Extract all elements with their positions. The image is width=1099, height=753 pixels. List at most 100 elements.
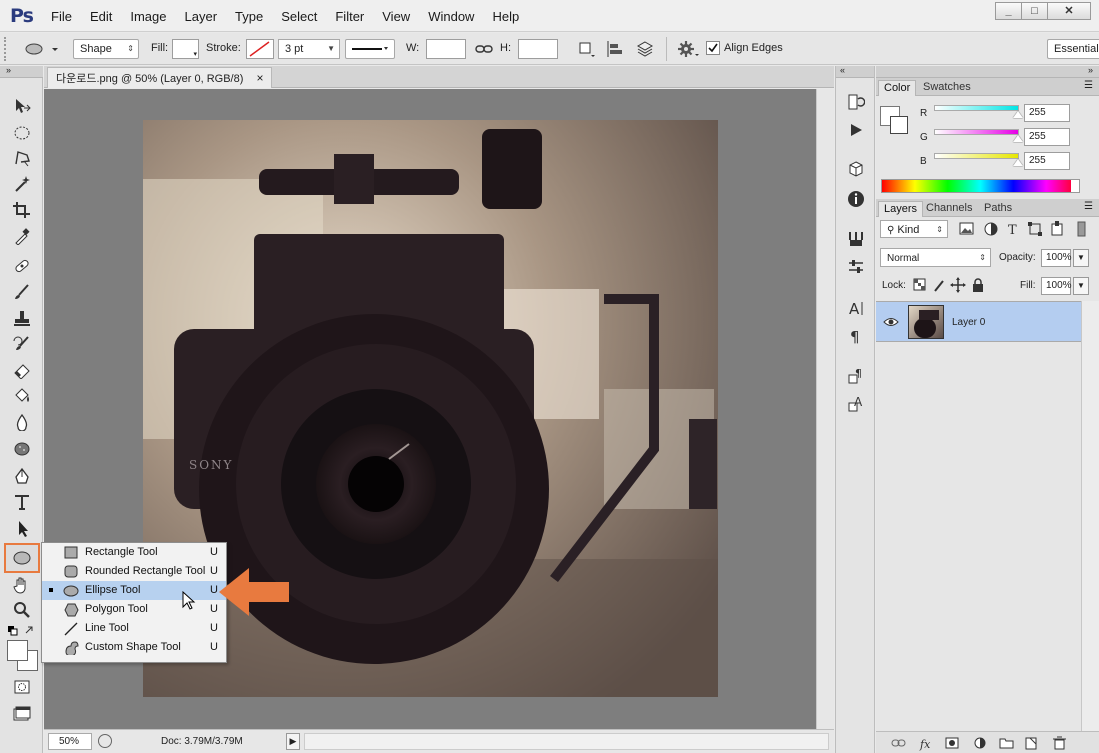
hand-tool[interactable]: [8, 574, 36, 596]
flyout-item-line[interactable]: Line Tool U: [42, 619, 226, 638]
minimize-button[interactable]: _: [995, 2, 1022, 20]
menu-file[interactable]: File: [42, 0, 81, 32]
flyout-item-polygon[interactable]: Polygon Tool U: [42, 600, 226, 619]
ellipse-tool-button[interactable]: [4, 543, 40, 573]
tab-swatches[interactable]: Swatches: [918, 80, 976, 96]
blue-value-field[interactable]: 255: [1024, 152, 1070, 170]
flyout-item-rounded-rectangle[interactable]: Rounded Rectangle Tool U: [42, 562, 226, 581]
tab-channels[interactable]: Channels: [921, 201, 977, 217]
tab-paths[interactable]: Paths: [979, 201, 1017, 217]
flyout-item-rectangle[interactable]: Rectangle Tool U: [42, 543, 226, 562]
height-field[interactable]: [518, 39, 558, 59]
paragraph-styles-button[interactable]: A: [845, 393, 867, 415]
menu-filter[interactable]: Filter: [326, 0, 373, 32]
tab-close-icon[interactable]: ×: [256, 71, 263, 85]
brush-presets-button[interactable]: [845, 228, 867, 250]
menu-view[interactable]: View: [373, 0, 419, 32]
history-brush-tool[interactable]: [8, 333, 36, 355]
filter-kind-dropdown[interactable]: ⚲ Kind ⇕: [880, 220, 948, 238]
menu-select[interactable]: Select: [272, 0, 326, 32]
menu-layer[interactable]: Layer: [176, 0, 227, 32]
path-selection-tool[interactable]: [8, 517, 36, 539]
paragraph-panel-button[interactable]: ¶: [845, 325, 867, 347]
default-colors-icon[interactable]: [7, 624, 37, 638]
history-panel-button[interactable]: [845, 91, 867, 113]
foreground-color-swatch[interactable]: [7, 640, 28, 661]
workspace-switcher[interactable]: Essential: [1047, 39, 1099, 59]
clone-source-button[interactable]: [845, 256, 867, 278]
move-tool[interactable]: [8, 95, 36, 117]
align-edges-checkbox[interactable]: [706, 41, 720, 55]
stroke-size-field[interactable]: 3 pt ▼: [278, 39, 340, 59]
eraser-tool[interactable]: [8, 359, 36, 381]
3d-panel-button[interactable]: [845, 158, 867, 180]
opacity-field[interactable]: 100%: [1041, 249, 1072, 267]
path-arrangement-icon[interactable]: [634, 39, 656, 59]
status-info-icon[interactable]: [98, 734, 112, 748]
pen-tool[interactable]: [8, 465, 36, 487]
stroke-type-dropdown[interactable]: [345, 39, 395, 59]
tool-preset-picker[interactable]: [18, 39, 68, 59]
zoom-field[interactable]: 50%: [48, 733, 92, 750]
double-chevron-icon[interactable]: «: [840, 65, 845, 75]
crop-tool[interactable]: [8, 199, 36, 221]
polygonal-lasso-tool[interactable]: [8, 147, 36, 169]
info-panel-button[interactable]: [845, 188, 867, 210]
width-field[interactable]: [426, 39, 466, 59]
actions-panel-button[interactable]: [845, 119, 867, 141]
panel-menu-icon[interactable]: ☰: [1084, 201, 1093, 212]
quick-mask-button[interactable]: [8, 676, 36, 698]
document-tab[interactable]: 다운로드.png @ 50% (Layer 0, RGB/8) ×: [47, 67, 273, 88]
menu-image[interactable]: Image: [121, 0, 175, 32]
menu-edit[interactable]: Edit: [81, 0, 121, 32]
stroke-swatch[interactable]: [246, 39, 274, 59]
maximize-button[interactable]: □: [1021, 2, 1048, 20]
fill-swatch[interactable]: ▾: [172, 39, 199, 59]
screen-mode-button[interactable]: [8, 703, 36, 725]
foreground-color-chip[interactable]: [890, 116, 908, 134]
character-panel-button[interactable]: A: [845, 297, 867, 319]
color-spectrum-bar[interactable]: [881, 179, 1080, 193]
red-slider[interactable]: [934, 105, 1023, 118]
vertical-scrollbar[interactable]: [816, 89, 834, 729]
eyedropper-tool[interactable]: [8, 225, 36, 247]
fill-dropdown-icon[interactable]: ▼: [1073, 277, 1089, 295]
brush-tool[interactable]: [8, 281, 36, 303]
slider-thumb-icon[interactable]: [1013, 159, 1023, 166]
menu-window[interactable]: Window: [419, 0, 483, 32]
blur-tool[interactable]: [8, 411, 36, 433]
double-chevron-icon[interactable]: »: [1088, 65, 1093, 75]
paint-bucket-tool[interactable]: [8, 385, 36, 407]
sponge-tool[interactable]: [8, 437, 36, 459]
fill-field[interactable]: 100%: [1041, 277, 1072, 295]
gear-icon[interactable]: [676, 39, 700, 59]
elliptical-marquee-tool[interactable]: [8, 122, 36, 144]
quick-selection-tool[interactable]: [8, 173, 36, 195]
slider-thumb-icon[interactable]: [1013, 111, 1023, 118]
menu-type[interactable]: Type: [226, 0, 272, 32]
red-value-field[interactable]: 255: [1024, 104, 1070, 122]
layer-row[interactable]: Layer 0: [876, 301, 1081, 342]
flyout-item-custom-shape[interactable]: Custom Shape Tool U: [42, 638, 226, 657]
close-button[interactable]: ✕: [1047, 2, 1091, 20]
horizontal-scrollbar[interactable]: [304, 733, 829, 750]
type-tool[interactable]: [8, 491, 36, 513]
tab-layers[interactable]: Layers: [878, 201, 924, 217]
character-styles-button[interactable]: ¶: [845, 365, 867, 387]
link-icon[interactable]: [474, 39, 494, 59]
panel-menu-icon[interactable]: ☰: [1084, 80, 1093, 91]
double-chevron-icon[interactable]: »: [6, 65, 11, 75]
slider-thumb-icon[interactable]: [1013, 135, 1023, 142]
eye-icon[interactable]: [883, 316, 899, 328]
blue-slider[interactable]: [934, 153, 1023, 166]
status-menu-arrow-icon[interactable]: ▶: [286, 733, 300, 750]
opacity-dropdown-icon[interactable]: ▼: [1073, 249, 1089, 267]
clone-stamp-tool[interactable]: [8, 307, 36, 329]
blend-mode-dropdown[interactable]: Normal ⇕: [880, 248, 991, 267]
path-operations-icon[interactable]: [576, 39, 596, 59]
green-value-field[interactable]: 255: [1024, 128, 1070, 146]
menu-help[interactable]: Help: [483, 0, 528, 32]
zoom-tool[interactable]: [8, 599, 36, 621]
green-slider[interactable]: [934, 129, 1023, 142]
path-alignment-icon[interactable]: [604, 39, 626, 59]
